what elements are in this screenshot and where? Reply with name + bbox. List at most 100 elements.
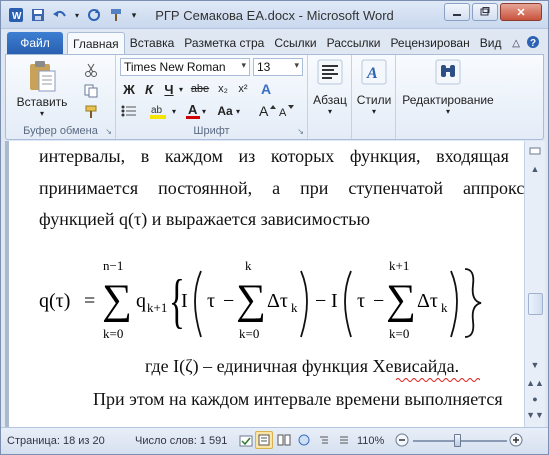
zoom-out-icon[interactable]	[395, 433, 409, 450]
delta-tau-1: Δτ	[267, 290, 288, 312]
svg-text:A: A	[188, 102, 198, 117]
tab-view[interactable]: Вид	[475, 32, 507, 54]
subscript-button[interactable]: x₂	[214, 80, 232, 98]
tab-insert[interactable]: Вставка	[125, 32, 180, 54]
word: входящая	[436, 146, 509, 166]
inner-sum-2: ∑	[386, 277, 416, 323]
right-paren-1	[300, 270, 308, 338]
restore-button[interactable]	[472, 3, 498, 21]
inner-sum-1: ∑	[236, 277, 266, 323]
tab-review[interactable]: Рецензирован	[385, 32, 474, 54]
font-color-icon: A	[186, 102, 200, 119]
strikethrough-button[interactable]: abe	[188, 80, 212, 98]
copy-icon[interactable]	[82, 82, 100, 100]
scroll-thumb[interactable]	[528, 293, 543, 315]
highlight-icon: ab	[150, 105, 166, 119]
delta-tau-2: Δτ	[417, 290, 438, 312]
superscript-button[interactable]: x²	[234, 80, 252, 98]
clipboard-group: Вставить ▾ Буфер обмена ↘	[6, 55, 116, 139]
font-color-dropdown-icon[interactable]: ▾	[200, 102, 208, 120]
previous-page-icon[interactable]: ▲▲	[526, 375, 544, 391]
word: интервалы,	[39, 146, 126, 166]
page-indicator[interactable]: Страница: 18 из 20	[7, 435, 105, 447]
select-browse-object-icon[interactable]: ●	[527, 391, 543, 407]
draft-view-icon[interactable]	[335, 431, 353, 449]
font-group: Times New Roman ▾ 13 ▾ Ж К Ч ▾ abe x₂ x²…	[116, 55, 308, 139]
full-screen-reading-view-icon[interactable]	[275, 431, 293, 449]
word: постоянной,	[158, 178, 253, 198]
word-window: W ▾ ▾ РГР Семакова ЕА.docx - Microsoft W…	[0, 0, 549, 455]
close-button[interactable]: ✕	[500, 3, 542, 21]
delta-tau-1-sub: k	[291, 300, 298, 315]
font-size-combo[interactable]: 13 ▾	[253, 58, 303, 76]
document-area: интервалы, в каждом из которых функция, …	[5, 141, 524, 427]
styles-button[interactable]: A Стили ▾	[355, 59, 393, 116]
svg-text:?: ?	[530, 38, 536, 49]
formula-eq: =	[84, 290, 95, 312]
vertical-scrollbar[interactable]: ▲ ▼ ▲▲ ● ▼▼	[524, 141, 545, 427]
tab-references[interactable]: Ссылки	[269, 32, 321, 54]
change-case-dropdown-icon[interactable]: ▾	[234, 102, 242, 120]
paste-icon	[30, 61, 56, 92]
shrink-font-icon[interactable]: A	[278, 102, 296, 120]
left-paren-2	[344, 270, 352, 338]
next-page-icon[interactable]: ▼▼	[526, 407, 544, 423]
paragraph-button[interactable]: Абзац ▾	[311, 59, 349, 116]
styles-icon: A	[361, 59, 387, 85]
sum-lower-limit: k=0	[103, 326, 123, 341]
svg-text:A: A	[279, 107, 287, 119]
format-painter-icon[interactable]	[82, 103, 100, 121]
zoom-level[interactable]: 110%	[357, 435, 384, 447]
web-layout-view-icon[interactable]	[295, 431, 313, 449]
tab-mailings[interactable]: Рассылки	[322, 32, 386, 54]
text-effects-icon[interactable]: A	[258, 80, 276, 98]
font-group-label: Шрифт	[193, 125, 230, 137]
zoom-in-icon[interactable]	[509, 433, 523, 450]
underline-dropdown-icon[interactable]: ▾	[176, 80, 186, 98]
font-expander-icon[interactable]: ↘	[297, 127, 304, 136]
proofing-icon[interactable]	[239, 435, 253, 450]
word: при	[300, 178, 329, 198]
zoom-slider-thumb[interactable]	[454, 434, 461, 447]
tab-home[interactable]: Главная	[67, 32, 125, 54]
word: ступенчатой	[348, 178, 444, 198]
paragraph-icon	[317, 59, 343, 85]
paste-button[interactable]: Вставить ▾	[16, 59, 68, 118]
scroll-down-icon[interactable]: ▼	[527, 357, 543, 373]
cut-icon[interactable]	[82, 61, 100, 79]
italic-button[interactable]: К	[140, 80, 158, 98]
change-case-button[interactable]: Aa	[214, 102, 236, 120]
font-size-value: 13	[257, 60, 271, 74]
grow-font-icon[interactable]: A	[258, 102, 276, 120]
paragraph-group: Абзац ▾	[308, 55, 352, 139]
styles-label: Стили	[356, 93, 392, 107]
help-icon[interactable]: ?	[526, 35, 540, 52]
tab-file[interactable]: Файл	[7, 32, 63, 54]
editing-dropdown-icon: ▾	[445, 107, 450, 116]
tab-page-layout[interactable]: Разметка стра	[179, 32, 269, 54]
editing-button[interactable]: Редактирование ▾	[398, 59, 498, 116]
minus-2: −	[315, 290, 326, 312]
minimize-button[interactable]	[444, 3, 470, 21]
document-page[interactable]: интервалы, в каждом из которых функция, …	[9, 141, 524, 427]
word: каждом	[164, 146, 223, 166]
print-layout-view-icon[interactable]	[255, 431, 273, 449]
outline-view-icon[interactable]	[315, 431, 333, 449]
highlight-dropdown-icon[interactable]: ▾	[170, 102, 178, 120]
word-count[interactable]: Число слов: 1 591	[135, 435, 227, 447]
bullets-icon[interactable]	[120, 102, 138, 120]
bold-button[interactable]: Ж	[120, 80, 138, 98]
inner-sum-2-upper: k+1	[389, 258, 409, 273]
text-line-2: принимается постоянной, а при ступенчато…	[39, 178, 524, 199]
font-size-dropdown-icon[interactable]: ▾	[294, 60, 299, 71]
highlight-button[interactable]: ab	[148, 102, 170, 120]
window-controls: ✕	[444, 3, 542, 21]
clipboard-expander-icon[interactable]: ↘	[105, 127, 112, 136]
scroll-up-icon[interactable]: ▲	[527, 161, 543, 177]
minus-1: −	[223, 290, 234, 312]
font-name-dropdown-icon[interactable]: ▾	[241, 60, 246, 71]
sum-sign: ∑	[102, 277, 132, 323]
ruler-toggle-icon[interactable]	[527, 143, 543, 159]
minimize-ribbon-icon[interactable]: △	[512, 38, 520, 49]
font-name-combo[interactable]: Times New Roman ▾	[120, 58, 250, 76]
